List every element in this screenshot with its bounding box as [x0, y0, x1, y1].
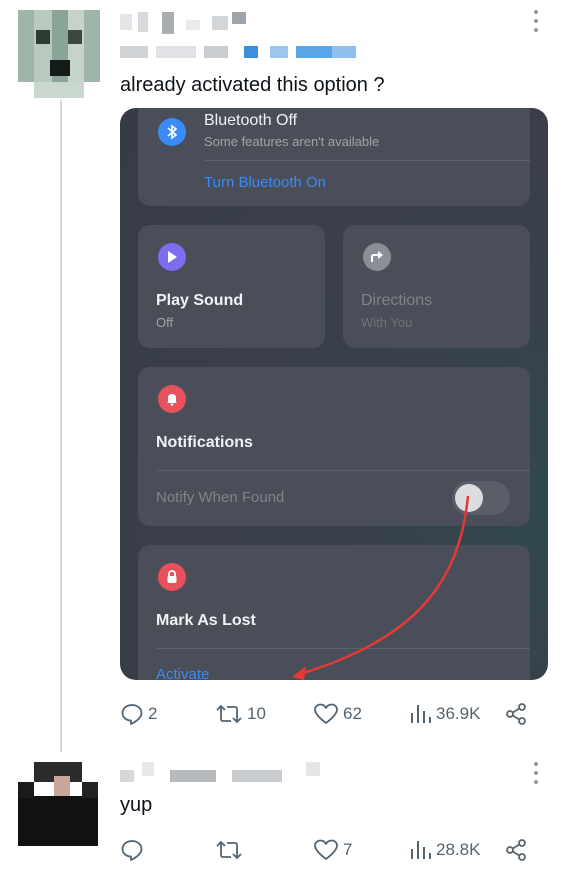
views-icon: [411, 841, 431, 859]
embedded-screenshot[interactable]: Bluetooth Off Some features aren't avail…: [120, 108, 548, 680]
retweet-icon: [216, 840, 242, 860]
reply-button[interactable]: [120, 836, 144, 864]
views-count: 28.8K: [436, 840, 481, 859]
views-button[interactable]: 36.9K: [410, 700, 480, 728]
reply-author-redacted[interactable]: [120, 762, 340, 784]
retweet-button[interactable]: 10: [215, 700, 266, 728]
reply-icon: [121, 840, 143, 861]
reply-count: 2: [148, 704, 158, 723]
author-name-redacted[interactable]: [120, 12, 250, 34]
retweet-button[interactable]: [215, 836, 243, 864]
thread-line: [60, 100, 62, 752]
share-button[interactable]: [504, 700, 528, 728]
tweet-actions: 2 10 62 36.9K: [120, 700, 530, 728]
views-icon: [411, 705, 431, 723]
tweet-text: already activated this option ?: [120, 74, 385, 96]
more-icon[interactable]: [529, 10, 543, 32]
annotation-arrow: [292, 495, 470, 680]
more-icon[interactable]: [529, 762, 543, 784]
like-count: 7: [343, 840, 353, 859]
share-button[interactable]: [504, 836, 528, 864]
views-count: 36.9K: [436, 704, 481, 723]
reply-actions: 7 28.8K: [120, 836, 530, 864]
share-icon: [506, 703, 526, 725]
reply-text: yup: [120, 794, 153, 816]
like-count: 62: [343, 704, 362, 723]
avatar[interactable]: [18, 10, 100, 98]
retweet-count: 10: [247, 704, 266, 723]
like-button[interactable]: 62: [313, 700, 362, 728]
avatar[interactable]: [18, 762, 98, 846]
heart-icon: [314, 839, 338, 860]
reply-icon: [121, 704, 143, 725]
like-button[interactable]: 7: [313, 836, 352, 864]
share-icon: [506, 839, 526, 861]
heart-icon: [314, 703, 338, 724]
reply-button[interactable]: 2: [120, 700, 157, 728]
author-handle-redacted[interactable]: [120, 46, 360, 60]
retweet-icon: [216, 704, 242, 724]
views-button[interactable]: 28.8K: [410, 836, 480, 864]
